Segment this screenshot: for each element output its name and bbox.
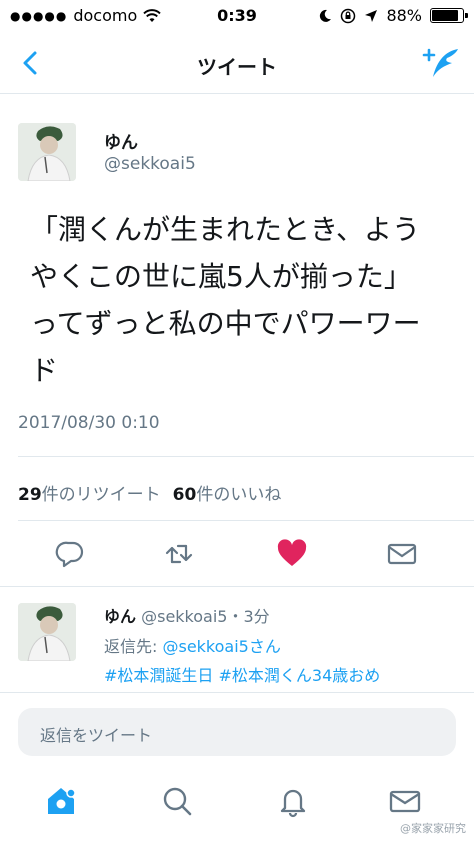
status-bar: ●●●●● docomo 0:39 88% (0, 0, 474, 32)
author-name[interactable]: ゆん (104, 128, 138, 153)
author-handle[interactable]: @sekkoai5 (104, 154, 196, 174)
reply-avatar[interactable] (18, 603, 76, 661)
like-label: 件のいいね (196, 485, 282, 505)
notifications-bell-icon[interactable] (276, 784, 310, 818)
avatar[interactable] (18, 123, 76, 181)
battery-fill (432, 10, 459, 21)
like-count: 60 (172, 485, 197, 505)
retweet-label: 件のリツイート (41, 485, 161, 505)
replying-to-prefix: 返信先: (104, 637, 163, 656)
tweet-text: 「潤くんが生まれたとき、よう やくこの世に嵐5人が揃った」 ってずっと私の中でパ… (30, 206, 450, 394)
reply-handle-time: @sekkoai5・3分 (141, 607, 270, 626)
watermark: @家家家研究 (400, 822, 466, 835)
moon-icon (320, 9, 332, 22)
divider (18, 456, 474, 457)
replying-to-mention[interactable]: @sekkoai5さん (162, 637, 280, 656)
tweet-text-line: ってずっと私の中でパワーワー (30, 307, 421, 340)
retweet-stat[interactable]: 29件のリツイート (18, 480, 161, 505)
engagement-stats: 29件のリツイート 60件のいいね (18, 480, 281, 505)
retweet-count: 29 (18, 485, 42, 505)
tweet-text-line: 「潤くんが生まれたとき、よう (30, 213, 421, 246)
tab-bar: @家家家研究 (0, 760, 474, 842)
avatar-photo (18, 123, 76, 181)
status-right: 88% (318, 6, 468, 25)
envelope-icon[interactable] (386, 538, 418, 570)
navigation-bar: ツイート (0, 32, 474, 94)
page-title: ツイート (197, 55, 277, 79)
battery-percent: 88% (386, 6, 422, 25)
heart-icon[interactable] (276, 538, 308, 570)
divider (18, 520, 474, 521)
tweet-text-line: やくこの世に嵐5人が揃った」 (30, 260, 412, 293)
tweet-actions (0, 528, 474, 582)
divider (0, 586, 474, 587)
location-arrow-icon (365, 9, 378, 22)
compose-feather-icon[interactable] (422, 46, 460, 80)
replying-to-line: 返信先: @sekkoai5さん (104, 633, 281, 657)
reply-header: ゆん @sekkoai5・3分 (104, 603, 270, 627)
home-icon[interactable] (44, 784, 78, 818)
battery-icon (430, 8, 468, 23)
tweet-timestamp: 2017/08/30 0:10 (18, 413, 160, 433)
retweet-icon[interactable] (163, 538, 195, 570)
rotation-lock-icon (341, 8, 356, 23)
search-icon[interactable] (160, 784, 194, 818)
messages-envelope-icon[interactable] (388, 784, 422, 818)
reply-input[interactable]: 返信をツイート (18, 708, 456, 756)
reply-author-name[interactable]: ゆん (104, 607, 136, 626)
avatar-photo (18, 603, 76, 661)
like-stat[interactable]: 60件のいいね (173, 480, 282, 505)
reply-hashtags[interactable]: #松本潤誕生日 #松本潤くん34歳おめ (104, 662, 380, 686)
tweet-text-line: ド (30, 354, 59, 387)
reply-icon[interactable] (54, 538, 86, 570)
